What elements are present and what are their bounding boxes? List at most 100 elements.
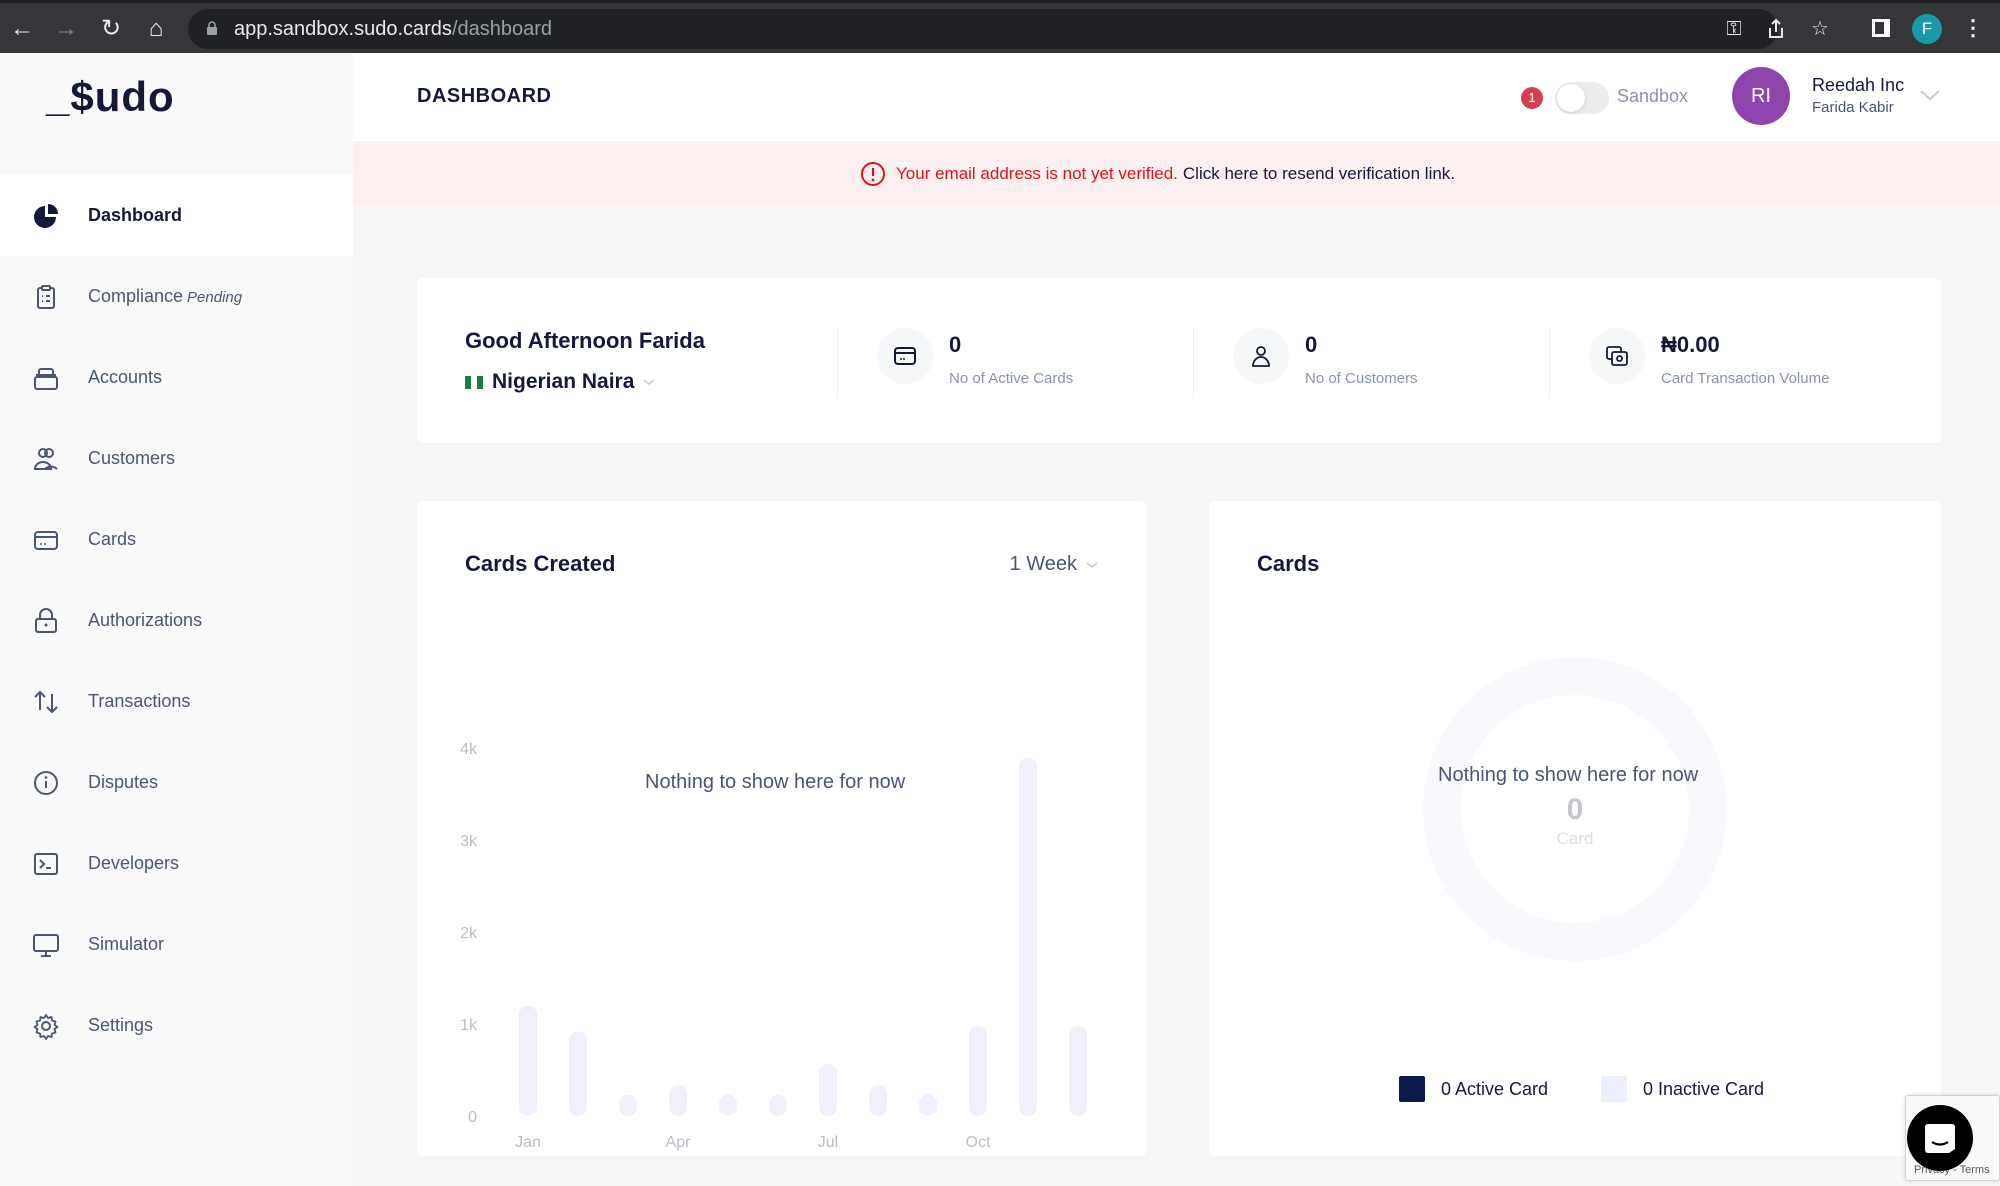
sidebar-item-disputes[interactable]: Disputes (0, 742, 353, 823)
home-icon[interactable]: ⌂ (140, 13, 172, 45)
bar-aug (869, 1084, 887, 1116)
toggle-knob (1557, 84, 1585, 112)
cards-donut-chart: 0 Card (1423, 657, 1727, 961)
sidebar-item-customers[interactable]: Customers (0, 418, 353, 499)
legend-swatch (1601, 1076, 1627, 1102)
monitor-icon (33, 933, 59, 957)
org-name[interactable]: Reedah Inc (1812, 75, 1904, 96)
pending-badge: Pending (187, 289, 243, 306)
sidebar: _$udo Dashboard Compliance Pending Accoun… (0, 53, 353, 1186)
card-icon (894, 347, 916, 365)
top-header: DASHBOARD 1 Sandbox RI Reedah Inc Farida… (353, 53, 2000, 141)
logo[interactable]: _$udo (46, 73, 175, 121)
resend-verification-link[interactable]: Click here to resend verification link. (1183, 164, 1455, 184)
avatar[interactable]: RI (1732, 67, 1790, 125)
side-panel-icon[interactable] (1866, 13, 1896, 43)
profile-icon[interactable]: F (1912, 14, 1942, 44)
sidebar-item-compliance[interactable]: Compliance Pending (0, 256, 353, 337)
x-tick-label: Apr (666, 1134, 692, 1151)
sidebar-item-label: Authorizations (88, 610, 203, 630)
bar-base-mask (868, 1116, 888, 1128)
bar-base-mask (518, 1116, 538, 1128)
user-name: Farida Kabir (1812, 99, 1894, 116)
forward-icon[interactable]: → (50, 13, 82, 45)
cards-created-chart: 0 1k 2k 3k 4k Jan Apr Jul Oct (460, 741, 1088, 1151)
y-tick-label: 0 (468, 1109, 477, 1126)
sidebar-item-transactions[interactable]: Transactions (0, 661, 353, 742)
stat-transaction-volume: ₦0.00 Card Transaction Volume (1589, 328, 1909, 398)
empty-state-message: Nothing to show here for now (645, 771, 906, 793)
reload-icon[interactable]: ↻ (95, 13, 127, 45)
bar-base-mask (718, 1116, 738, 1128)
sidebar-item-accounts[interactable]: Accounts (0, 337, 353, 418)
sidebar-item-simulator[interactable]: Simulator (0, 904, 353, 985)
address-bar[interactable]: app.sandbox.sudo.cards/dashboard ⚿ ☆ (188, 9, 1829, 49)
clipboard-icon (37, 284, 55, 309)
bar-base-mask (1018, 1116, 1038, 1128)
sidebar-item-settings[interactable]: Settings (0, 985, 353, 1066)
notification-badge[interactable]: 1 (1521, 87, 1543, 109)
y-tick-label: 3k (460, 833, 478, 850)
stat-value: ₦0.00 (1661, 332, 1720, 357)
user-icon (1252, 346, 1270, 367)
key-icon[interactable]: ⚿ (1722, 17, 1746, 41)
sandbox-toggle[interactable] (1555, 82, 1609, 114)
pie-chart-icon (34, 203, 58, 228)
sidebar-item-label: Customers (88, 448, 176, 468)
gear-icon (33, 1013, 59, 1040)
bar-base-mask (918, 1116, 938, 1128)
sidebar-item-dashboard[interactable]: Dashboard (0, 175, 353, 256)
cards-donut-card: Cards 0 Card Nothing to show here for now… (1209, 501, 1941, 1156)
stat-label: No of Active Cards (949, 370, 1074, 387)
cash-icon (1606, 346, 1628, 366)
y-tick-label: 1k (460, 1017, 478, 1034)
more-icon[interactable]: ⋮ (1962, 13, 1984, 43)
share-icon[interactable] (1764, 17, 1788, 41)
bar-oct (969, 1025, 987, 1116)
nigeria-flag-icon (465, 375, 483, 389)
back-icon[interactable]: ← (6, 13, 38, 45)
bar-base-mask (568, 1116, 588, 1128)
bar-feb (569, 1031, 587, 1116)
sidebar-item-label: Transactions (88, 691, 191, 711)
sidebar-item-label: Cards (88, 529, 137, 549)
star-icon[interactable]: ☆ (1808, 17, 1832, 41)
sidebar-item-label: Compliance (88, 286, 184, 306)
x-tick-label: Jan (515, 1134, 541, 1151)
chat-icon (1925, 1124, 1955, 1153)
terminal-icon (34, 852, 58, 875)
legend-item-active: 0 Active Card (1399, 1076, 1548, 1102)
bar-sep (919, 1094, 937, 1116)
donut-center-label: Card (1557, 829, 1594, 848)
summary-card: Good Afternoon Farida Nigerian Naira 0 N… (417, 278, 1941, 443)
sidebar-item-developers[interactable]: Developers (0, 823, 353, 904)
users-icon (33, 447, 58, 470)
chevron-down-icon[interactable] (1918, 87, 1942, 103)
currency-selector[interactable]: Nigerian Naira (465, 370, 656, 394)
divider (1193, 328, 1194, 398)
x-tick-label: Jul (818, 1134, 838, 1151)
bar-may (719, 1094, 737, 1116)
alert-message: Your email address is not yet verified. (896, 164, 1178, 183)
cards-created-card: Cards Created 1 Week 0 1k 2k 3k 4k Jan Apr Jul O… (417, 501, 1147, 1156)
legend-label: 0 Active Card (1441, 1078, 1549, 1099)
accounts-icon (34, 367, 58, 390)
chat-launcher-button[interactable] (1907, 1105, 1973, 1171)
bar-mar (619, 1094, 637, 1116)
donut-center-value: 0 (1567, 793, 1584, 826)
bar-base-mask (668, 1116, 688, 1128)
alert-icon (861, 162, 885, 186)
bar-nov (1019, 757, 1037, 1116)
bar-dec (1069, 1025, 1087, 1116)
bar-apr (669, 1084, 687, 1116)
verification-alert: Your email address is not yet verified. … (353, 141, 2000, 205)
stat-label: No of Customers (1305, 370, 1418, 387)
bar-base-mask (818, 1116, 838, 1128)
legend-label: 0 Inactive Card (1643, 1078, 1765, 1099)
greeting: Good Afternoon Farida (465, 328, 705, 353)
empty-state-message: Nothing to show here for now (1438, 764, 1699, 786)
divider (1549, 328, 1550, 398)
sidebar-item-authorizations[interactable]: Authorizations (0, 580, 353, 661)
sidebar-item-cards[interactable]: Cards (0, 499, 353, 580)
bar-jun (769, 1094, 787, 1116)
